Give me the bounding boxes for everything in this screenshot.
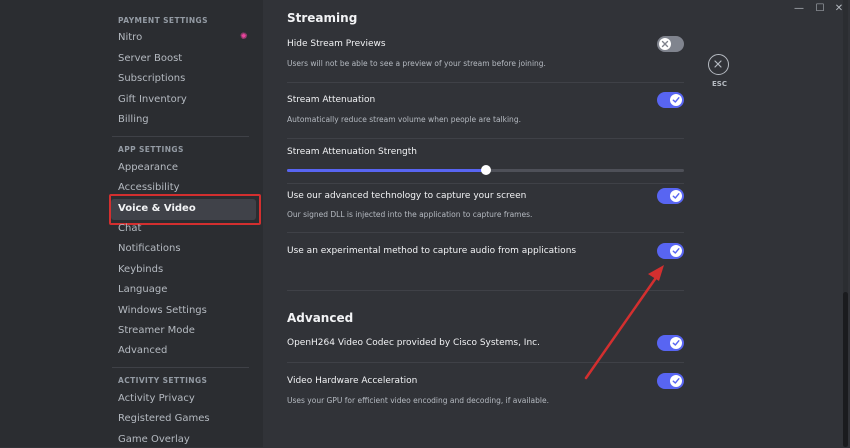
- option-divider: [287, 183, 684, 184]
- payment-settings-header: PAYMENT SETTINGS: [118, 16, 208, 25]
- experimental-audio-capture-toggle[interactable]: [657, 243, 684, 259]
- maximize-button[interactable]: ☐: [813, 3, 827, 15]
- sidebar-item-advanced[interactable]: Advanced: [118, 343, 167, 359]
- option-description: Users will not be able to see a preview …: [287, 59, 546, 68]
- hide-stream-previews-toggle[interactable]: [657, 36, 684, 52]
- sidebar-item-keybinds[interactable]: Keybinds: [118, 262, 163, 278]
- check-icon: [672, 340, 680, 346]
- toggle-knob: [670, 245, 682, 257]
- option-title: Video Hardware Acceleration: [287, 376, 418, 386]
- close-button[interactable]: [708, 54, 729, 75]
- app-settings-header: APP SETTINGS: [118, 145, 184, 154]
- sidebar-item-activity-privacy[interactable]: Activity Privacy: [118, 391, 195, 407]
- slider-fill: [287, 169, 486, 172]
- section-divider: [287, 290, 684, 291]
- hardware-acceleration-toggle[interactable]: [657, 373, 684, 389]
- sidebar-item-game-overlay[interactable]: Game Overlay: [118, 432, 190, 448]
- option-divider: [287, 138, 684, 139]
- sidebar-item-windows-settings[interactable]: Windows Settings: [118, 303, 207, 319]
- sidebar-item-billing[interactable]: Billing: [118, 112, 149, 128]
- option-title: Use an experimental method to capture au…: [287, 246, 577, 256]
- minimize-button[interactable]: —: [792, 3, 806, 15]
- sidebar-item-nitro[interactable]: Nitro: [118, 30, 142, 46]
- activity-settings-header: ACTIVITY SETTINGS: [118, 376, 208, 385]
- option-title: Use our advanced technology to capture y…: [287, 191, 527, 201]
- check-icon: [672, 378, 680, 384]
- toggle-knob: [659, 38, 671, 50]
- openh264-codec-toggle[interactable]: [657, 335, 684, 351]
- toggle-knob: [670, 375, 682, 387]
- scrollbar-thumb[interactable]: [843, 292, 848, 447]
- sidebar-item-chat[interactable]: Chat: [118, 221, 141, 237]
- stream-attenuation-toggle[interactable]: [657, 92, 684, 108]
- option-divider: [287, 362, 684, 363]
- section-title-streaming: Streaming: [287, 11, 358, 25]
- toggle-knob: [670, 337, 682, 349]
- option-description: Automatically reduce stream volume when …: [287, 115, 521, 124]
- slider-handle[interactable]: [480, 165, 491, 175]
- option-title: OpenH264 Video Codec provided by Cisco S…: [287, 338, 540, 348]
- option-divider: [287, 232, 684, 233]
- esc-label: ESC: [712, 80, 727, 88]
- sidebar-item-gift-inventory[interactable]: Gift Inventory: [118, 92, 187, 108]
- sidebar-item-registered-games[interactable]: Registered Games: [118, 411, 210, 427]
- option-title: Stream Attenuation: [287, 95, 376, 105]
- sidebar-item-streamer-mode[interactable]: Streamer Mode: [118, 323, 195, 339]
- sidebar-item-appearance[interactable]: Appearance: [118, 160, 178, 176]
- toggle-knob: [670, 94, 682, 106]
- x-icon: [661, 40, 669, 48]
- check-icon: [672, 97, 680, 103]
- advanced-capture-toggle[interactable]: [657, 188, 684, 204]
- sidebar-item-subscriptions[interactable]: Subscriptions: [118, 71, 185, 87]
- sidebar-item-voice-video[interactable]: Voice & Video: [118, 201, 196, 217]
- close-icon: [714, 60, 722, 68]
- option-divider: [287, 82, 684, 83]
- option-title: Hide Stream Previews: [287, 39, 386, 49]
- slider-label: Stream Attenuation Strength: [287, 147, 417, 157]
- option-description: Uses your GPU for efficient video encodi…: [287, 396, 549, 405]
- sidebar-divider: [112, 367, 249, 368]
- sidebar-item-notifications[interactable]: Notifications: [118, 241, 181, 257]
- sidebar-item-language[interactable]: Language: [118, 282, 167, 298]
- toggle-knob: [670, 190, 682, 202]
- sidebar-divider: [112, 136, 249, 137]
- sidebar-item-server-boost[interactable]: Server Boost: [118, 51, 182, 67]
- section-title-advanced: Advanced: [287, 311, 354, 325]
- attenuation-strength-slider[interactable]: [287, 165, 684, 175]
- option-description: Our signed DLL is injected into the appl…: [287, 210, 533, 219]
- sidebar-item-accessibility[interactable]: Accessibility: [118, 180, 180, 196]
- nitro-icon: ✺: [240, 32, 248, 42]
- check-icon: [672, 248, 680, 254]
- check-icon: [672, 193, 680, 199]
